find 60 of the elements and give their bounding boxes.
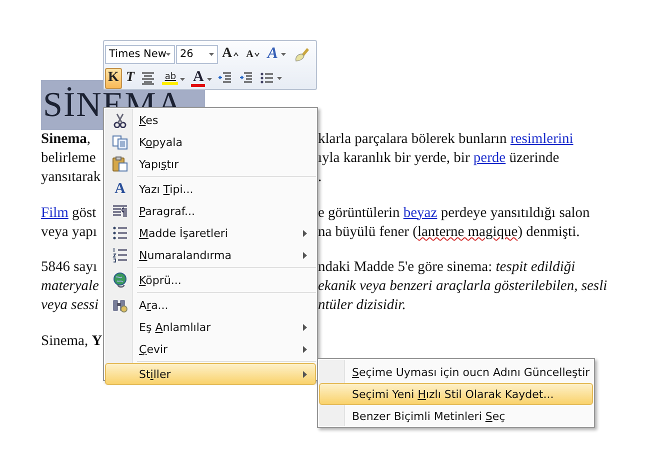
- body-text: e görüntülerin beyaz perdeye yansıtıldığı salon: [318, 204, 590, 222]
- body-text: ndaki Madde 5'e göre sinema: tespit edildiği: [318, 258, 576, 277]
- bullet-list-icon: [112, 225, 128, 241]
- binoculars-icon: [112, 297, 128, 313]
- menu-item[interactable]: Paragraf...: [105, 200, 316, 222]
- body-text: yansıtarak: [41, 168, 102, 187]
- copy-icon: [112, 134, 128, 150]
- menu-item[interactable]: A Yazı Tipi...: [105, 178, 316, 200]
- menu-item[interactable]: Ara...: [105, 294, 316, 316]
- body-text: ıyla karanlık bir yerde, bir perde üzerinde: [318, 149, 560, 168]
- menu-item[interactable]: Numaralandırma: [105, 244, 316, 266]
- menu-item[interactable]: Stiller: [105, 363, 316, 385]
- menu-item[interactable]: Madde İşaretleri: [105, 222, 316, 244]
- body-text: ntüler dizisidir.: [318, 296, 406, 315]
- font-field[interactable]: Times New: [105, 44, 175, 64]
- link[interactable]: resimlerini: [510, 131, 574, 147]
- paintbrush-icon: [293, 46, 310, 62]
- body-text: na büyülü fener (lanterne magique) denmişti.: [318, 222, 580, 242]
- menu-item[interactable]: Köprü...: [105, 269, 316, 291]
- menu-item[interactable]: Kopyala: [105, 131, 316, 153]
- globe-icon: [112, 272, 128, 288]
- bold-button[interactable]: K: [105, 68, 122, 88]
- bullet-list-icon: [260, 71, 274, 85]
- styles-button[interactable]: A: [264, 44, 290, 64]
- body-text: .: [318, 168, 322, 187]
- link[interactable]: perde: [473, 150, 506, 166]
- shrink-font-button[interactable]: A: [243, 44, 264, 64]
- font-icon: A: [114, 181, 126, 197]
- body-text: klarla parçalara bölerek bunların resimlerini: [318, 130, 574, 149]
- font-color-bar-icon: [191, 84, 206, 86]
- link[interactable]: Film: [41, 204, 68, 220]
- body-text: Sinema, Y: [41, 332, 103, 350]
- grow-font-icon: [233, 51, 240, 57]
- increase-indent-icon: [239, 71, 254, 85]
- body-text: materyale: [41, 277, 100, 296]
- grow-font-button[interactable]: A: [219, 44, 242, 64]
- numbered-list-icon: [112, 247, 128, 263]
- body-text: veya sessi: [41, 296, 100, 315]
- dropdown-arrow-icon: [209, 52, 214, 56]
- clipboard-icon: [112, 156, 128, 172]
- dropdown-arrow-icon: [166, 52, 171, 56]
- font-field[interactable]: 26: [176, 44, 218, 64]
- paragraph-icon: [112, 203, 128, 219]
- menu-item[interactable]: Eş Anlamlılar: [105, 316, 316, 338]
- body-text: Film göst: [41, 204, 98, 222]
- body-text: 5846 sayı: [41, 258, 98, 277]
- body-text: belirleme: [41, 149, 97, 168]
- menu-item[interactable]: Çevir: [105, 338, 316, 360]
- shrink-font-icon: [254, 51, 260, 57]
- menu-item[interactable]: Yapıştır: [105, 153, 316, 175]
- decrease-indent-icon: [218, 71, 232, 85]
- body-text: Sinema,: [41, 130, 92, 149]
- menu-item[interactable]: Benzer Biçimli Metinleri Seç: [319, 405, 593, 427]
- align-center-icon: [141, 71, 156, 85]
- highlight-color-bar-icon: [162, 82, 178, 84]
- body-text: ekanik veya benzeri araçlarla gösterilebilen, sesli: [318, 277, 608, 296]
- body-text: veya yapı: [41, 222, 98, 242]
- link[interactable]: beyaz: [403, 204, 438, 220]
- menu-item[interactable]: Seçimi Yeni Hızlı Stil Olarak Kaydet...: [319, 383, 593, 405]
- menu-item[interactable]: Seçime Uyması için oucn Adını Güncelleştir: [319, 361, 593, 383]
